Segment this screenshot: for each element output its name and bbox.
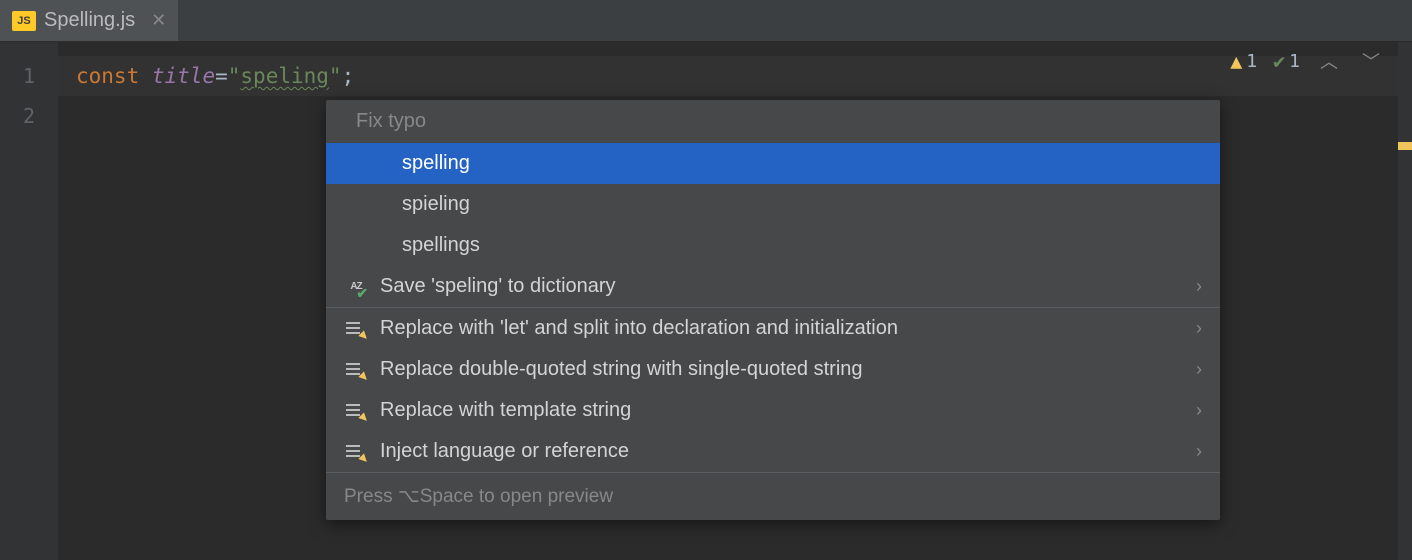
intention-popup: Fix typo spelling spieling spellings AZ✔… [326, 100, 1220, 520]
save-to-dictionary[interactable]: AZ✔ Save 'speling' to dictionary › [326, 266, 1220, 307]
line-number: 1 [0, 56, 58, 96]
intention-item[interactable]: Inject language or reference › [326, 431, 1220, 472]
intention-icon [344, 402, 368, 420]
prev-highlight-icon[interactable]: ︿ [1316, 48, 1342, 74]
tab-bar: JS Spelling.js ✕ [0, 0, 1412, 42]
code-line: const title = " speling " ; [58, 56, 1398, 96]
intention-item[interactable]: Replace with template string › [326, 390, 1220, 431]
dictionary-icon: AZ✔ [344, 282, 368, 292]
warning-icon: ▲ [1230, 49, 1242, 73]
gutter: 1 2 [0, 42, 58, 560]
warning-count: 1 [1246, 51, 1257, 72]
ok-count: 1 [1289, 51, 1300, 72]
next-highlight-icon[interactable]: ﹀ [1358, 48, 1384, 74]
chevron-right-icon: › [1196, 400, 1202, 421]
popup-footer-hint: Press ⌥Space to open preview [326, 473, 1220, 520]
variable-name: title [152, 64, 215, 88]
intention-icon [344, 443, 368, 461]
inspection-widget[interactable]: ▲ 1 ✔ 1 ︿ ﹀ [1230, 48, 1384, 74]
suggestion-label: spelling [402, 152, 1202, 175]
operator-equals: = [215, 64, 228, 88]
intention-item[interactable]: Replace with 'let' and split into declar… [326, 308, 1220, 349]
intention-item[interactable]: Replace double-quoted string with single… [326, 349, 1220, 390]
suggestion-label: spellings [402, 234, 1202, 257]
action-label: Replace double-quoted string with single… [380, 358, 1184, 381]
action-label: Replace with 'let' and split into declar… [380, 317, 1184, 340]
close-icon[interactable]: ✕ [151, 10, 166, 31]
chevron-right-icon: › [1196, 441, 1202, 462]
chevron-right-icon: › [1196, 276, 1202, 297]
ok-badge[interactable]: ✔ 1 [1273, 49, 1300, 73]
suggestion-item[interactable]: spelling [326, 143, 1220, 184]
intention-icon [344, 361, 368, 379]
check-icon: ✔ [1273, 49, 1285, 73]
string-quote: " [329, 64, 342, 88]
string-typo: speling [240, 64, 329, 88]
chevron-right-icon: › [1196, 318, 1202, 339]
file-tab[interactable]: JS Spelling.js ✕ [0, 0, 178, 41]
line-number: 2 [0, 96, 58, 136]
action-label: Replace with template string [380, 399, 1184, 422]
suggestion-item[interactable]: spieling [326, 184, 1220, 225]
popup-header: Fix typo [326, 100, 1220, 143]
error-stripe [1398, 42, 1412, 560]
js-file-icon: JS [12, 11, 36, 31]
action-label: Inject language or reference [380, 440, 1184, 463]
warnings-badge[interactable]: ▲ 1 [1230, 49, 1257, 73]
string-quote: " [228, 64, 241, 88]
semicolon: ; [342, 64, 355, 88]
suggestion-item[interactable]: spellings [326, 225, 1220, 266]
chevron-right-icon: › [1196, 359, 1202, 380]
keyword-const: const [76, 64, 139, 88]
suggestion-label: spieling [402, 193, 1202, 216]
action-label: Save 'speling' to dictionary [380, 275, 1184, 298]
intention-icon [344, 320, 368, 338]
tab-filename: Spelling.js [44, 9, 135, 32]
warning-marker[interactable] [1398, 142, 1412, 150]
